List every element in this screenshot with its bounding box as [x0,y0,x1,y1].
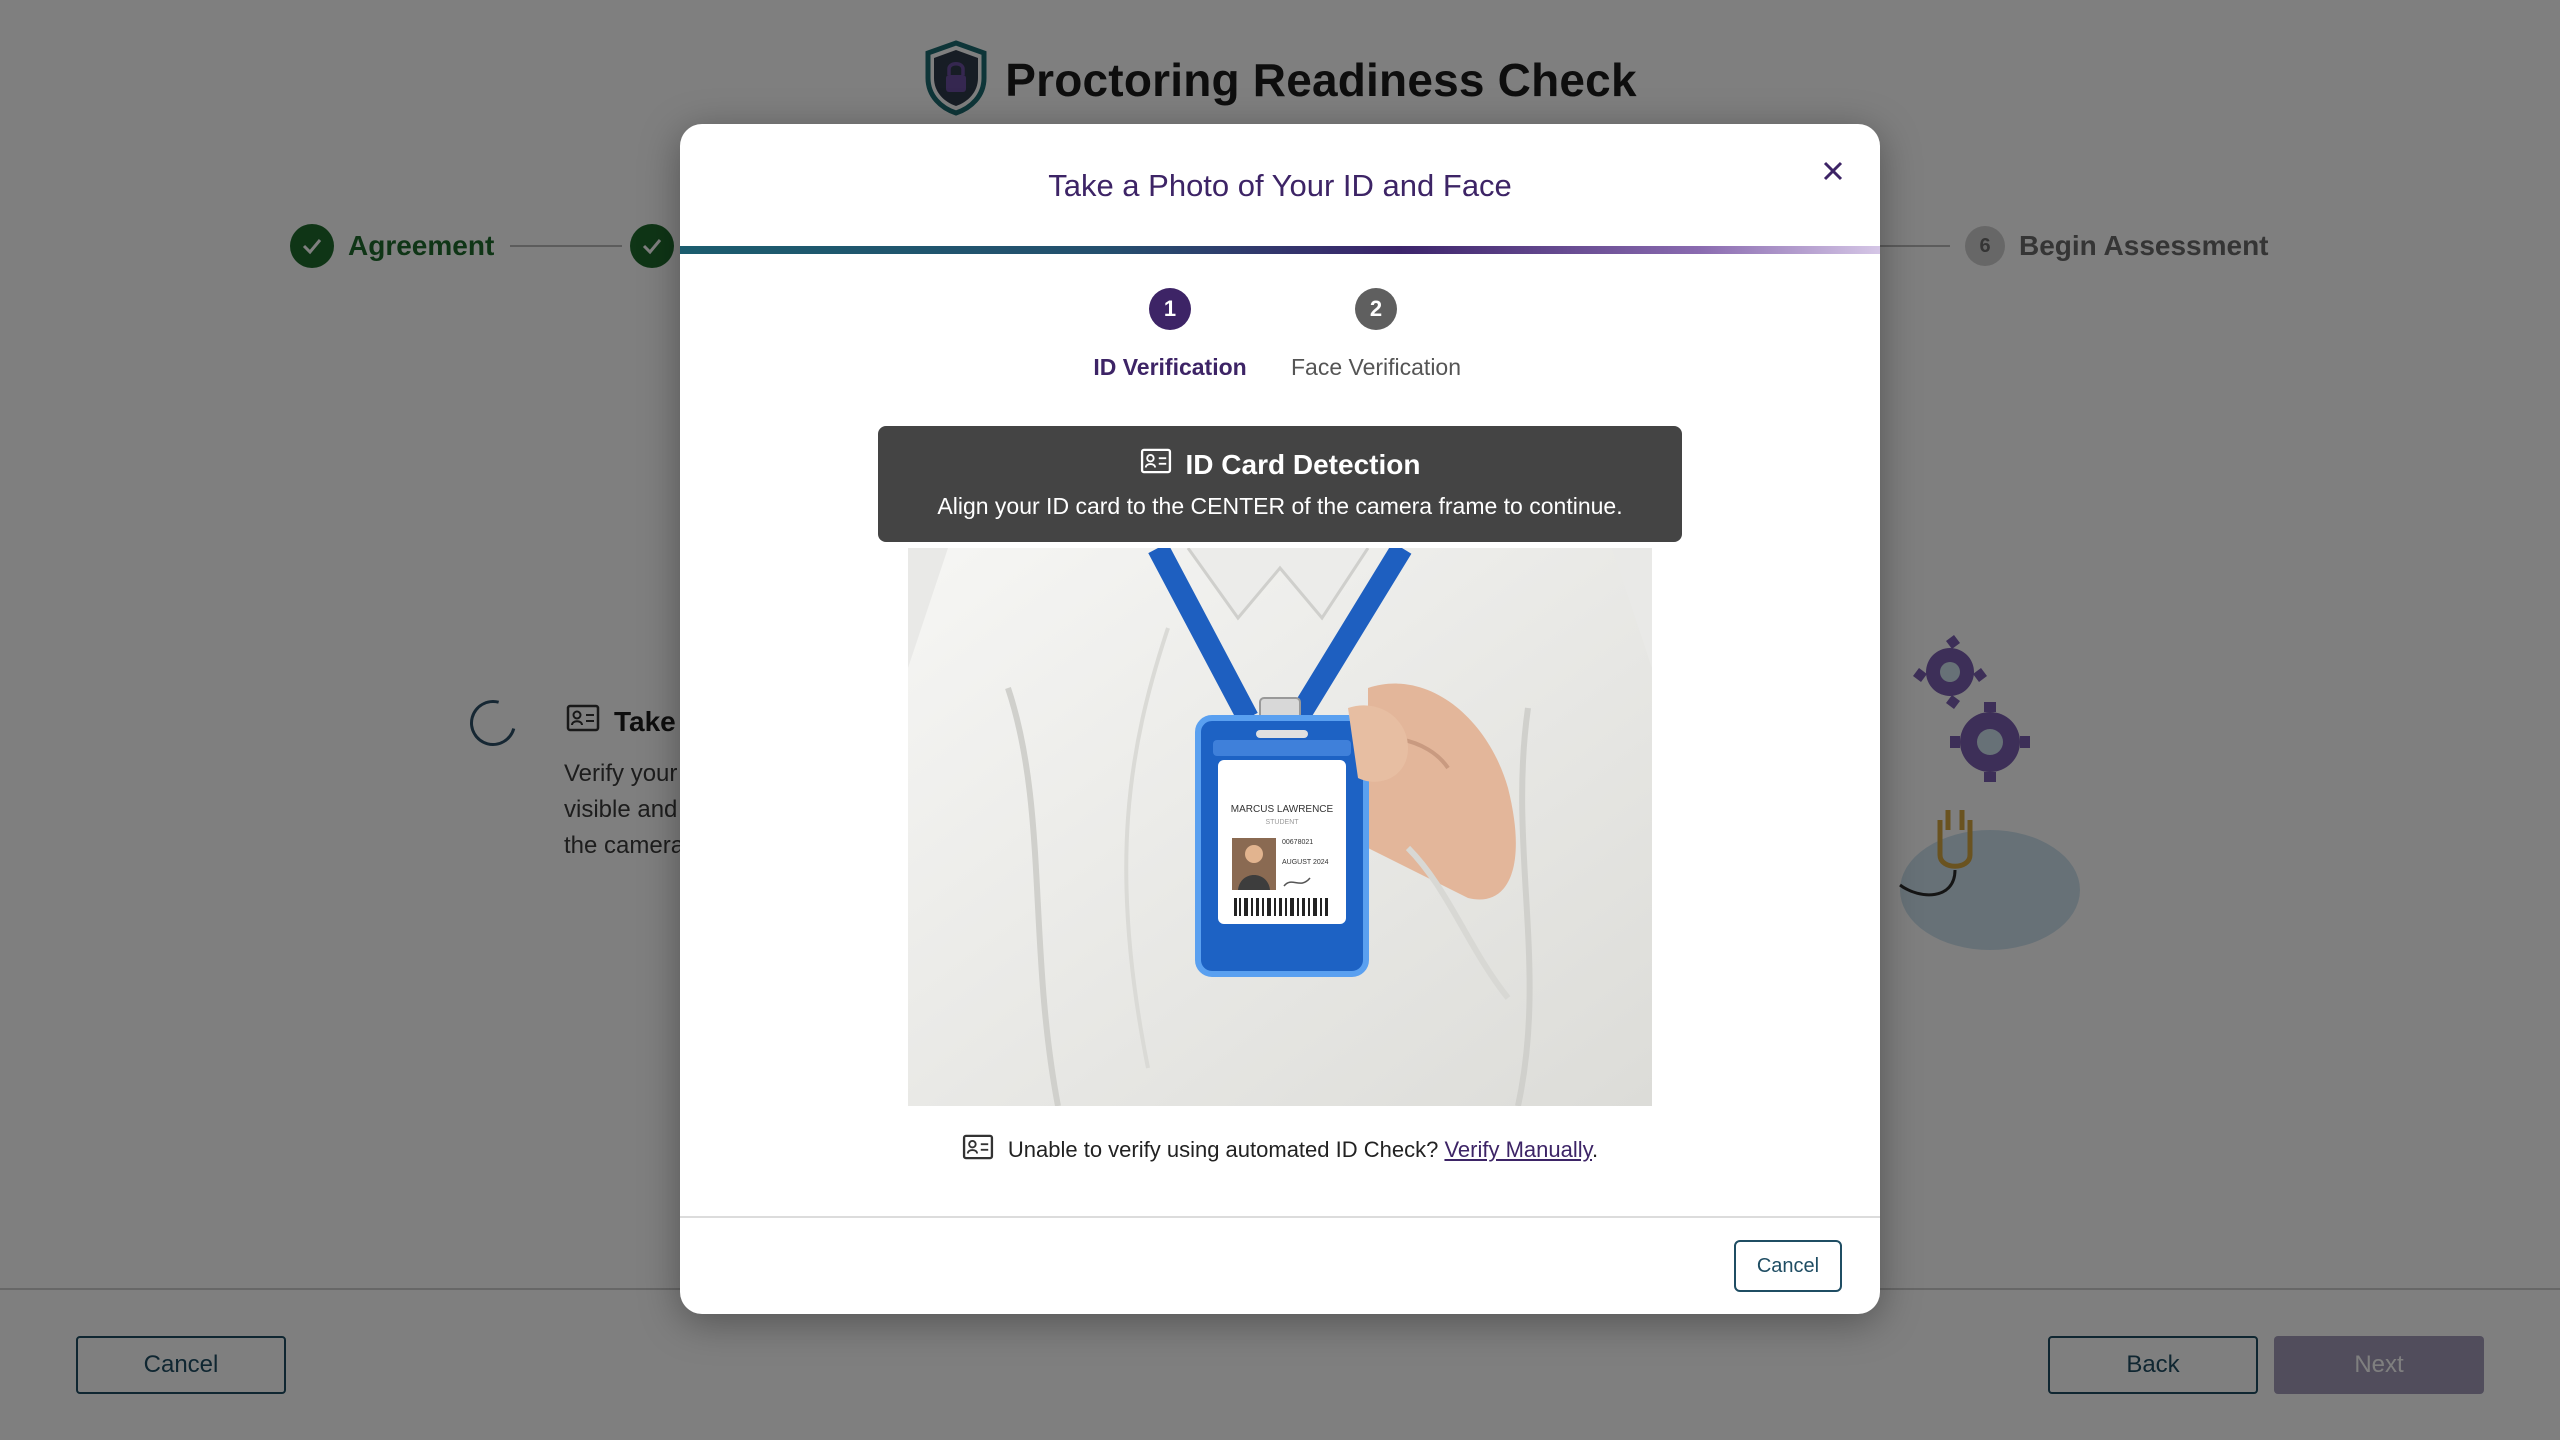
modal-accent-bar [680,246,1880,254]
manual-suffix: . [1592,1137,1599,1162]
manual-text-group: Unable to verify using automated ID Chec… [1008,1137,1598,1163]
step-face-verification[interactable]: 2 Face Verification [1256,288,1496,381]
manual-verification-text: Unable to verify using automated ID Chec… [1007,1137,1439,1162]
badge-role: STUDENT [1265,819,1299,826]
modal-cancel-button[interactable]: Cancel [1734,1240,1842,1292]
step-label: Face Verification [1290,354,1462,380]
step-number: 1 [1149,288,1191,330]
badge-id-number: 00678021 [1282,839,1313,846]
detection-message: Align your ID card to the CENTER of the … [937,493,1623,519]
step-label: ID Verification [1093,354,1247,380]
detection-title: ID Card Detection [1185,448,1421,480]
detection-title-row: ID Card Detection [878,448,1682,481]
modal-footer-divider [680,1216,1880,1218]
camera-feed: MARCUS LAWRENCE STUDENT 00678021 AUGUST … [908,548,1652,1106]
badge-date: AUGUST 2024 [1282,859,1329,866]
modal-title: Take a Photo of Your ID and Face [1048,168,1512,203]
verification-steps: 1 ID Verification 2 Face Verification [680,288,1880,398]
manual-verification-row: Unable to verify using automated ID Chec… [680,1130,1880,1170]
step-number: 2 [1355,288,1397,330]
id-card-icon [1140,448,1172,481]
verify-manually-link[interactable]: Verify Manually [1444,1137,1592,1162]
close-icon[interactable] [1808,146,1858,196]
badge-name: MARCUS LAWRENCE [1231,804,1334,815]
id-detection-banner: ID Card Detection Align your ID card to … [878,426,1682,542]
id-card-icon [962,1134,994,1166]
step-id-verification[interactable]: 1 ID Verification [1050,288,1290,381]
id-verification-modal: Take a Photo of Your ID and Face 1 ID Ve… [680,124,1880,1314]
